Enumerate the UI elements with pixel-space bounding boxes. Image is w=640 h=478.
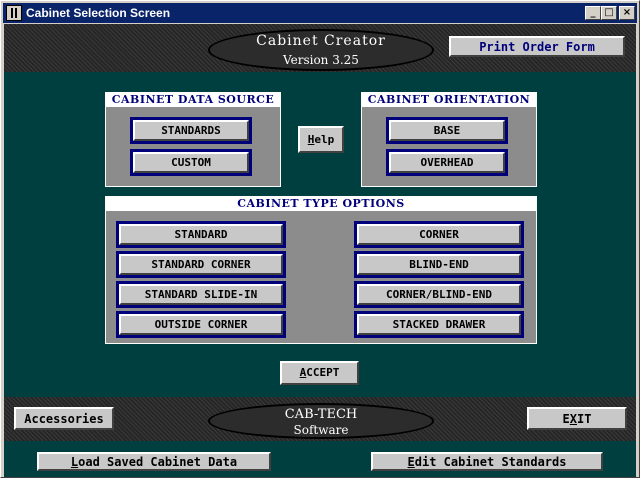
app-version: Version 3.25	[283, 53, 359, 67]
company-ellipse: CAB-TECH Software	[208, 403, 434, 439]
standards-button[interactable]: STANDARDS	[130, 117, 252, 144]
type-standard-button[interactable]: STANDARD	[116, 221, 286, 248]
base-button[interactable]: BASE	[386, 117, 508, 144]
exit-button[interactable]: EXIT	[527, 407, 627, 430]
cabinet-selection-window: Cabinet Selection Screen _ □ × Cabinet C…	[0, 0, 640, 478]
close-button[interactable]: ×	[619, 6, 635, 20]
type-standard-corner-button[interactable]: STANDARD CORNER	[116, 251, 286, 278]
maximize-button[interactable]: □	[601, 6, 617, 20]
type-standard-slide-in-button[interactable]: STANDARD SLIDE-IN	[116, 281, 286, 308]
data-source-group	[105, 107, 281, 187]
type-outside-corner-button[interactable]: OUTSIDE CORNER	[116, 311, 286, 338]
window-title: Cabinet Selection Screen	[26, 6, 171, 20]
accept-label: CCEPT	[306, 366, 340, 379]
data-source-label: CABINET DATA SOURCE	[105, 92, 281, 107]
accessories-button[interactable]: Accessories	[14, 407, 114, 430]
load-label: oad Saved Cabinet Data	[78, 454, 238, 469]
type-blind-end-button[interactable]: BLIND-END	[354, 251, 524, 278]
help-label: elp	[314, 132, 335, 146]
edit-mnemonic: E	[407, 454, 415, 469]
type-options-label: CABINET TYPE OPTIONS	[105, 196, 537, 211]
help-button[interactable]: Help	[298, 126, 344, 153]
print-order-form-button[interactable]: Print Order Form	[449, 36, 625, 57]
orientation-label: CABINET ORIENTATION	[361, 92, 537, 107]
exit-label-rest: IT	[577, 411, 592, 426]
type-corner-blind-end-button[interactable]: CORNER/BLIND-END	[354, 281, 524, 308]
load-saved-cabinet-data-button[interactable]: Load Saved Cabinet Data	[37, 452, 271, 471]
title-bar[interactable]: Cabinet Selection Screen _ □ ×	[3, 3, 637, 23]
app-title-ellipse: Cabinet Creator Version 3.25	[208, 29, 434, 71]
edit-cabinet-standards-button[interactable]: Edit Cabinet Standards	[371, 452, 603, 471]
exit-label-pre: E	[562, 411, 570, 426]
edit-label: dit Cabinet Standards	[414, 454, 567, 469]
company-subtitle: Software	[293, 423, 349, 437]
type-corner-button[interactable]: CORNER	[354, 221, 524, 248]
app-name: Cabinet Creator	[256, 33, 386, 49]
minimize-button[interactable]: _	[585, 6, 601, 20]
accept-button[interactable]: ACCEPT	[280, 361, 359, 385]
exit-mnemonic: X	[569, 411, 577, 426]
custom-button[interactable]: CUSTOM	[130, 149, 252, 176]
orientation-group	[361, 107, 537, 187]
company-name: CAB-TECH	[284, 407, 358, 422]
app-icon[interactable]	[6, 5, 22, 21]
type-stacked-drawer-button[interactable]: STACKED DRAWER	[354, 311, 524, 338]
overhead-button[interactable]: OVERHEAD	[386, 149, 508, 176]
